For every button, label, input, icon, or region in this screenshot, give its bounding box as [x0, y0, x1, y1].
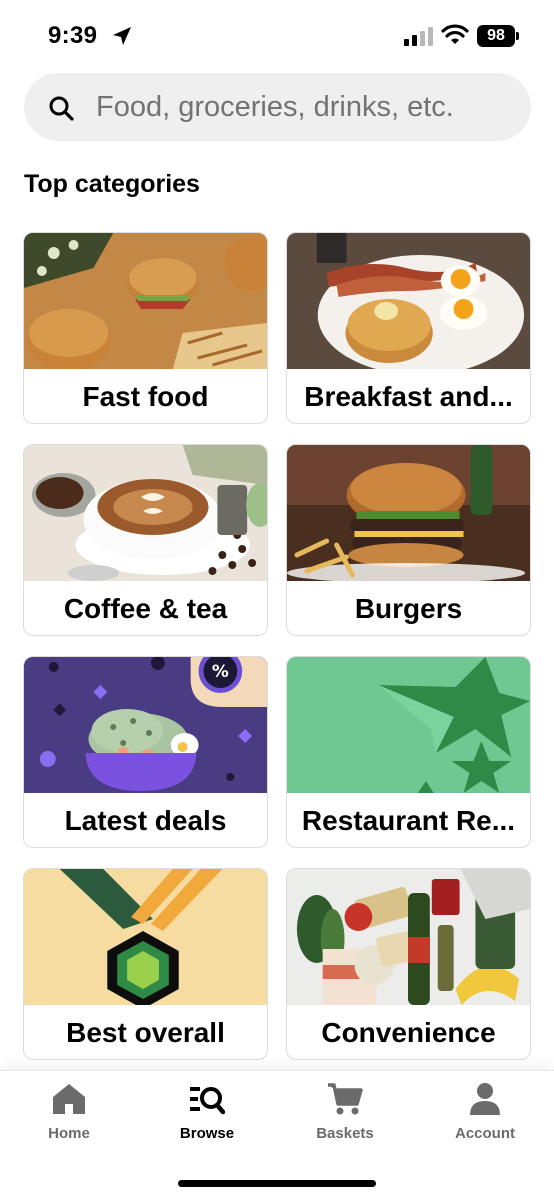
category-label: Best overall	[66, 1017, 225, 1048]
breakfast-image	[287, 233, 530, 369]
latest-deals-image: %	[24, 657, 267, 793]
category-grid: Fast food Breakfast and... Coffee & tea …	[23, 232, 531, 1060]
battery-level: 98	[487, 27, 505, 44]
category-card-coffee-tea[interactable]: Coffee & tea	[23, 444, 268, 636]
category-card-best-overall[interactable]: Best overall	[23, 868, 268, 1060]
browse-icon	[190, 1087, 225, 1115]
category-label: Coffee & tea	[63, 593, 228, 624]
category-card-fast-food[interactable]: Fast food	[23, 232, 268, 424]
category-label: Breakfast and...	[304, 381, 513, 412]
burgers-image	[287, 445, 530, 581]
category-label: Restaurant Re...	[301, 805, 516, 836]
category-label: Fast food	[82, 381, 209, 412]
svg-text:%: %	[212, 661, 229, 681]
category-card-breakfast[interactable]: Breakfast and...	[286, 232, 531, 424]
nav-item-browse[interactable]: Browse	[152, 1081, 262, 1142]
search-bar[interactable]	[24, 73, 531, 141]
status-time: 9:39	[48, 22, 98, 49]
nav-label-account: Account	[455, 1125, 515, 1142]
section-title: Top categories	[24, 170, 200, 198]
nav-label-baskets: Baskets	[316, 1125, 374, 1142]
category-card-restaurant-rewards[interactable]: Restaurant Re...	[286, 656, 531, 848]
status-bar: 9:39 98	[0, 0, 554, 72]
restaurant-rewards-image	[287, 657, 530, 793]
nav-item-account[interactable]: Account	[430, 1081, 540, 1142]
home-icon	[53, 1084, 85, 1114]
wifi-icon	[441, 24, 469, 44]
home-indicator	[178, 1180, 376, 1187]
nav-item-home[interactable]: Home	[14, 1081, 124, 1142]
fast-food-image	[24, 233, 267, 369]
convenience-image	[287, 869, 530, 1005]
category-card-convenience[interactable]: Convenience	[286, 868, 531, 1060]
location-arrow-icon	[113, 27, 131, 45]
category-label: Convenience	[321, 1017, 496, 1048]
cell-signal-icon	[404, 27, 433, 46]
category-card-latest-deals[interactable]: % Latest deals	[23, 656, 268, 848]
search-input[interactable]	[96, 73, 516, 141]
category-label: Latest deals	[64, 805, 227, 836]
search-icon	[49, 96, 74, 121]
cart-icon	[328, 1083, 363, 1115]
best-overall-image	[24, 869, 267, 1005]
nav-label-browse: Browse	[179, 1125, 235, 1142]
nav-item-baskets[interactable]: Baskets	[290, 1081, 400, 1142]
battery-icon: 98	[477, 25, 519, 47]
account-icon	[470, 1083, 500, 1115]
nav-label-home: Home	[48, 1125, 90, 1142]
category-card-burgers[interactable]: Burgers	[286, 444, 531, 636]
category-label: Burgers	[354, 593, 463, 624]
coffee-tea-image	[24, 445, 267, 581]
